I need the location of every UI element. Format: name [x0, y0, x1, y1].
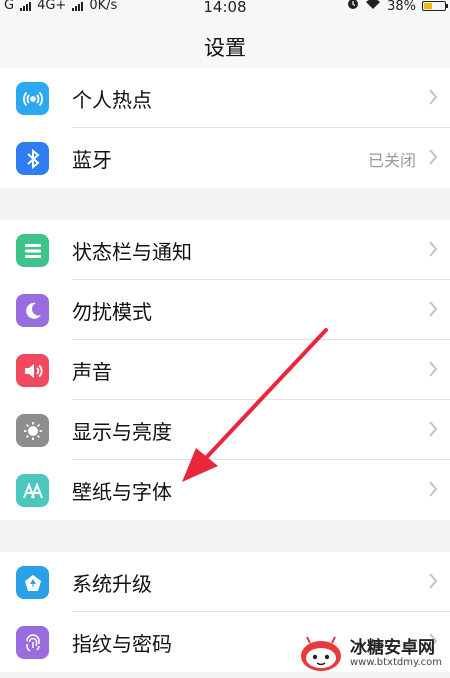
- status-right: 38%: [347, 0, 448, 14]
- settings-item-bluetooth[interactable]: 蓝牙 已关闭: [0, 128, 450, 188]
- settings-item-label: 声音: [72, 360, 112, 384]
- robot-logo-icon: [300, 636, 341, 671]
- settings-item-do-not-disturb[interactable]: 勿扰模式: [0, 280, 450, 340]
- watermark-text: 冰糖安卓网 www.btxtdmy.com: [349, 638, 442, 669]
- chevron-right-icon: [429, 149, 438, 165]
- chevron-right-icon: [429, 481, 438, 497]
- fingerprint-icon: [16, 626, 49, 659]
- settings-item-label: 状态栏与通知: [72, 240, 192, 264]
- settings-item-label: 壁纸与字体: [72, 480, 172, 504]
- watermark-name: 冰糖安卓网: [349, 638, 435, 658]
- system-update-icon: [16, 566, 49, 599]
- brightness-icon: [16, 414, 49, 447]
- settings-item-system-update[interactable]: 系统升级: [0, 552, 450, 612]
- wifi-icon: [365, 0, 381, 14]
- watermark-url: www.btxtdmy.com: [349, 657, 442, 668]
- settings-group-connectivity: 个人热点 蓝牙 已关闭: [0, 68, 450, 188]
- wallpaper-font-icon: [16, 474, 49, 507]
- settings-group-display: 状态栏与通知 勿扰模式 声音 显示与亮度 壁纸与字体: [0, 220, 450, 520]
- settings-item-label: 蓝牙: [72, 148, 112, 172]
- alarm-icon: [347, 0, 359, 14]
- page-title: 设置: [204, 36, 246, 60]
- settings-item-label: 勿扰模式: [72, 300, 152, 324]
- chevron-right-icon: [429, 421, 438, 437]
- moon-icon: [16, 294, 49, 327]
- settings-item-hotspot[interactable]: 个人热点: [0, 68, 450, 128]
- settings-item-display-brightness[interactable]: 显示与亮度: [0, 400, 450, 460]
- settings-item-wallpaper-fonts[interactable]: 壁纸与字体: [0, 460, 450, 520]
- chevron-right-icon: [429, 241, 438, 257]
- bluetooth-icon: [16, 142, 49, 175]
- battery-icon: [422, 1, 448, 11]
- chevron-right-icon: [429, 301, 438, 317]
- settings-item-statusbar-notifications[interactable]: 状态栏与通知: [0, 220, 450, 280]
- bluetooth-status: 已关闭: [367, 151, 416, 170]
- battery-percent: 38%: [387, 0, 416, 14]
- status-bar: G 4G+ 0K/s 14:08 38%: [0, 0, 450, 16]
- statusbar-notification-icon: [16, 234, 49, 267]
- settings-item-label: 显示与亮度: [72, 420, 172, 444]
- speaker-icon: [16, 354, 49, 387]
- settings-item-label: 系统升级: [72, 572, 152, 596]
- chevron-right-icon: [429, 573, 438, 589]
- watermark: 冰糖安卓网 www.btxtdmy.com: [298, 634, 442, 674]
- chevron-right-icon: [429, 361, 438, 377]
- settings-item-sound[interactable]: 声音: [0, 340, 450, 400]
- chevron-right-icon: [429, 89, 438, 105]
- hotspot-icon: [16, 82, 49, 115]
- settings-item-label: 个人热点: [72, 88, 152, 112]
- settings-item-label: 指纹与密码: [72, 632, 172, 656]
